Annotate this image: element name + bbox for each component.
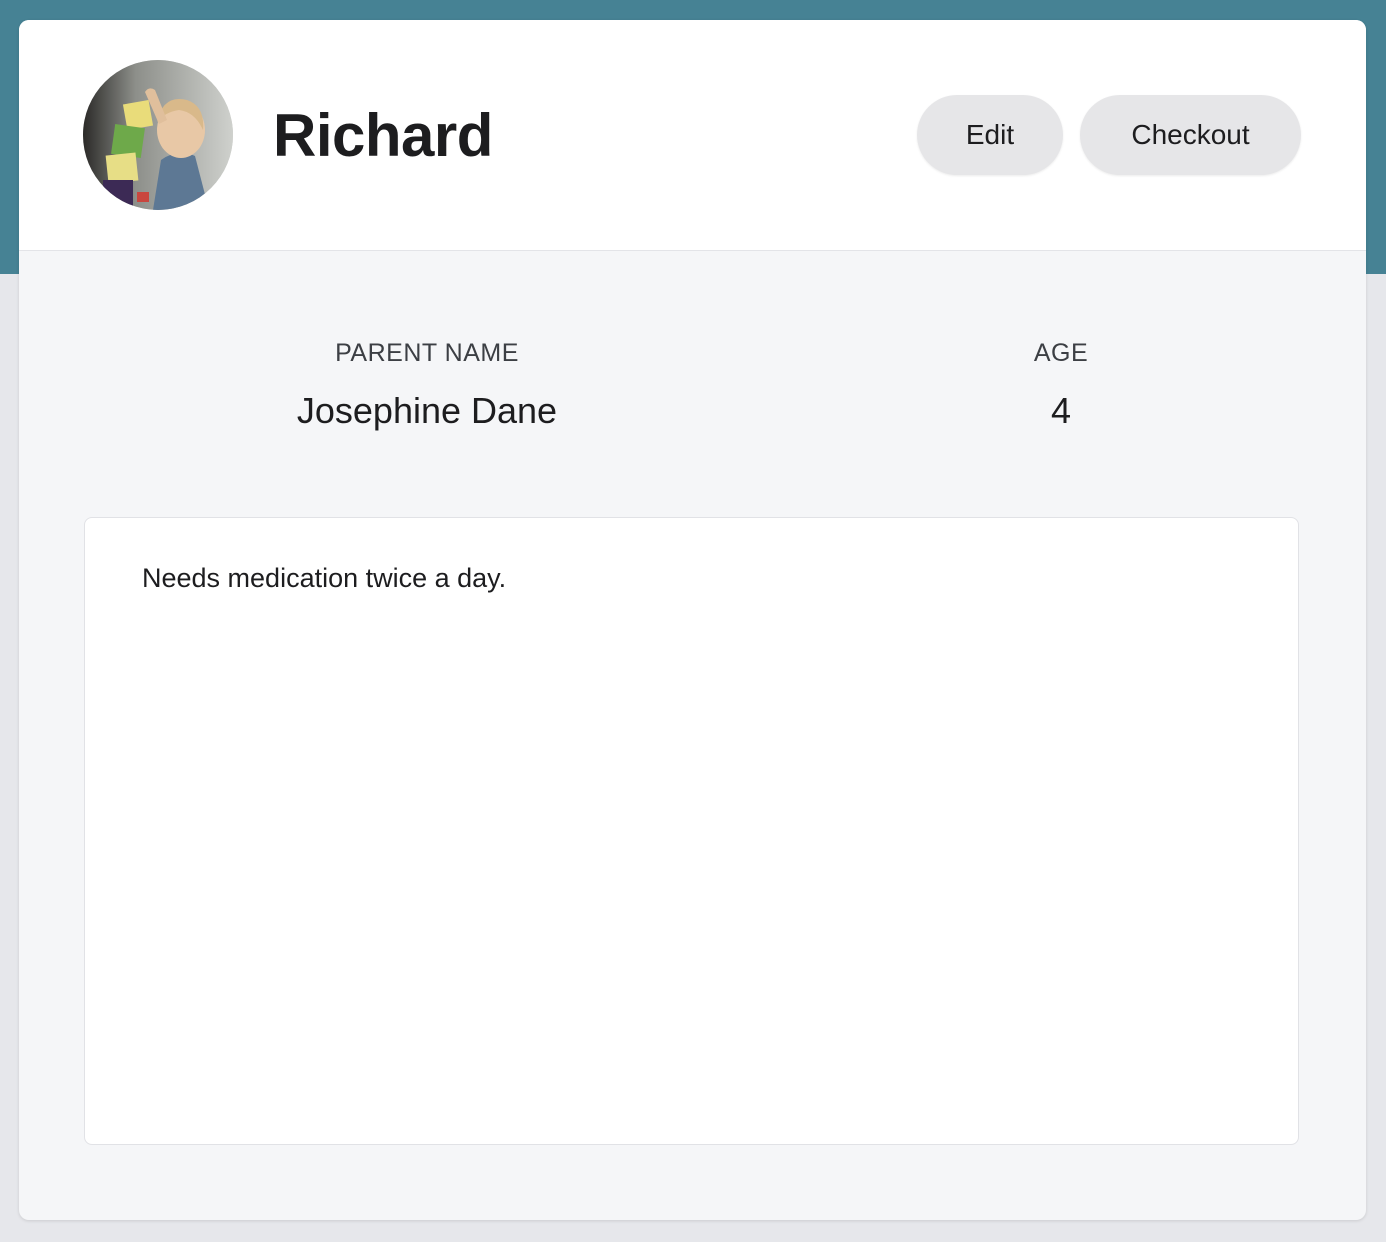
notes-box: Needs medication twice a day.: [84, 517, 1299, 1145]
child-profile-card: Richard Edit Checkout PARENT NAME Joseph…: [19, 20, 1366, 1220]
parent-name-field: PARENT NAME Josephine Dane: [227, 338, 627, 432]
age-label: AGE: [1033, 339, 1089, 367]
avatar: [83, 60, 233, 210]
parent-name-value: Josephine Dane: [296, 390, 558, 431]
child-name: Richard: [273, 102, 493, 169]
age-value: 4: [1050, 390, 1072, 431]
age-field: AGE 4: [961, 338, 1161, 432]
edit-button[interactable]: Edit: [917, 95, 1063, 175]
child-photo-icon: [83, 60, 233, 210]
profile-header: Richard Edit Checkout: [19, 20, 1366, 251]
notes-text: Needs medication twice a day.: [142, 563, 507, 593]
parent-name-label: PARENT NAME: [335, 339, 519, 367]
checkout-button[interactable]: Checkout: [1080, 95, 1301, 175]
